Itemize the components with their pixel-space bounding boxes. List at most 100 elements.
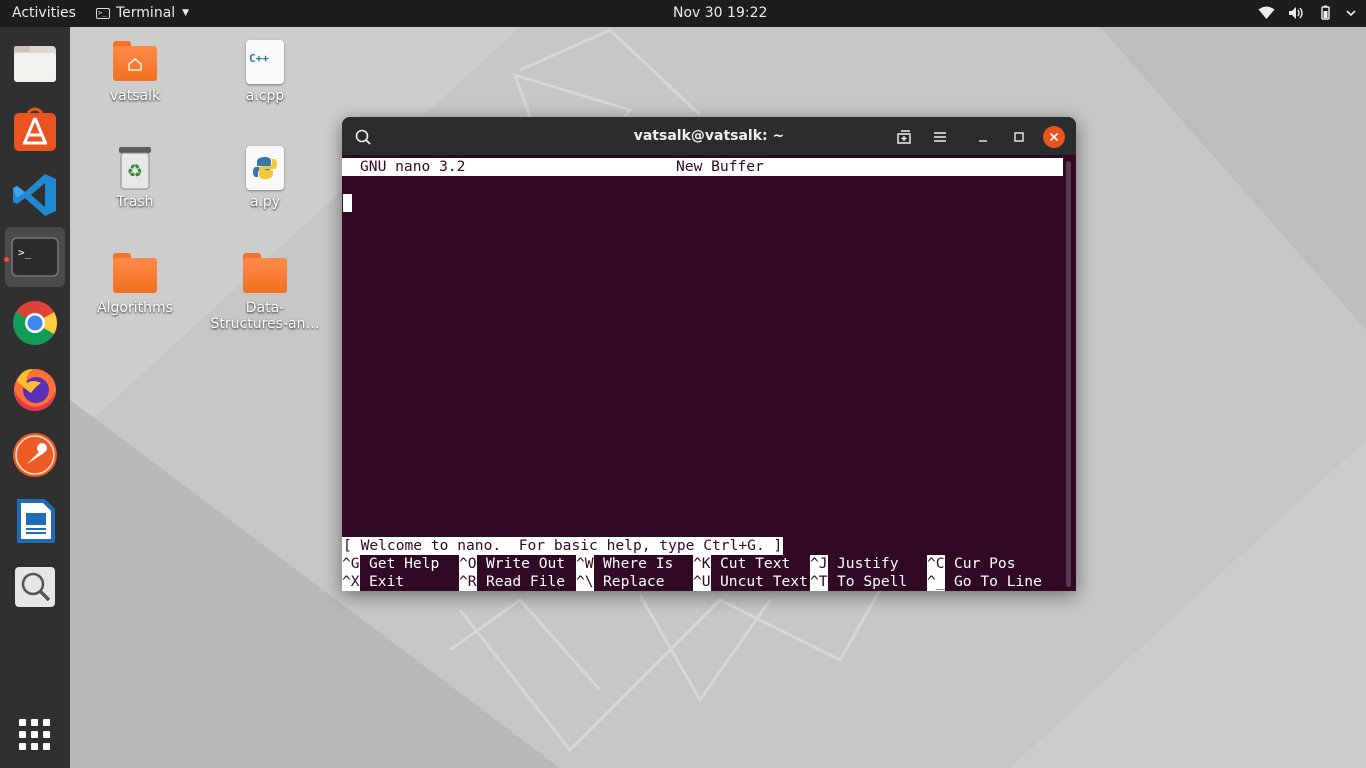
postman-icon [13, 433, 57, 477]
image-viewer-icon [15, 567, 55, 607]
dock-software[interactable] [5, 99, 65, 159]
desktop-icon-trash[interactable]: ♻ Trash [80, 144, 190, 210]
trash-icon: ♻ [111, 144, 159, 192]
shortcut-label: Cur Pos [954, 555, 1016, 572]
desktop-icon-data-structures[interactable]: Data- Structures-an… [210, 250, 320, 332]
shortcut-label: Where Is [603, 555, 674, 572]
desktop-icon-cpp[interactable]: C++ a.cpp [210, 38, 320, 104]
cpp-badge: C++ [249, 52, 269, 65]
wifi-icon [1258, 6, 1275, 19]
python-file-icon [241, 144, 289, 192]
text-cursor [343, 194, 352, 212]
dock-terminal[interactable]: >_ [5, 227, 65, 287]
desktop-icon-label: a.cpp [245, 88, 285, 104]
folder-icon [111, 250, 159, 298]
dock-writer[interactable] [5, 491, 65, 551]
desktop-icon-label: Algorithms [97, 300, 173, 316]
shortcut-label: Read File [486, 573, 566, 590]
shortcut-key: ^O [459, 555, 477, 573]
cpp-file-icon: C++ [241, 38, 289, 86]
dock-show-apps[interactable] [5, 705, 65, 765]
shortcut-key: ^\ [576, 573, 594, 591]
shortcut-label: Cut Text [720, 555, 791, 572]
vscode-icon [13, 174, 56, 216]
shortcut-key: ^J [810, 555, 828, 573]
dock-firefox[interactable] [5, 359, 65, 419]
shortcut-key: ^U [693, 573, 711, 591]
chrome-icon [13, 301, 57, 345]
nano-version: GNU nano 3.2 [360, 158, 466, 175]
terminal-content[interactable]: GNU nano 3.2 New Buffer [ Welcome to nan… [342, 155, 1076, 591]
libreoffice-writer-icon [17, 499, 55, 543]
dock-image-viewer[interactable] [5, 557, 65, 617]
firefox-icon [14, 369, 56, 411]
shortcut-label: Write Out [486, 555, 566, 572]
clock[interactable]: Nov 30 19:22 [673, 5, 767, 21]
desktop-icon-algorithms[interactable]: Algorithms [80, 250, 190, 316]
desktop-icon-py[interactable]: a.py [210, 144, 320, 210]
desktop-icon-label: vatsalk [109, 88, 161, 104]
shortcut-row: ^X Exit ^R Read File ^\ Replace ^U Uncut… [342, 573, 1063, 591]
buffer-name: New Buffer [676, 158, 764, 175]
nano-header: GNU nano 3.2 New Buffer [342, 158, 1063, 176]
shortcut-key: ^K [693, 555, 711, 573]
shortcut-label: Exit [369, 573, 405, 590]
shortcut-key: ^R [459, 573, 477, 591]
shortcut-key: ^_ [927, 573, 945, 591]
shortcut-key: ^W [576, 555, 594, 573]
running-indicator [4, 257, 9, 262]
shortcut-key: ^G [342, 555, 360, 573]
minimize-icon [979, 140, 987, 142]
desktop-icon-label: a.py [249, 194, 281, 210]
dock: >_ [0, 27, 70, 768]
chevron-down-icon [1346, 9, 1356, 16]
home-folder-icon [111, 38, 159, 86]
new-tab-icon [897, 130, 911, 144]
minimize-button[interactable] [972, 126, 994, 148]
window-title: vatsalk@vatsalk: ~ [633, 128, 785, 144]
chevron-down-icon: ▼ [182, 8, 190, 18]
nano-status-message: [ Welcome to nano. For basic help, type … [342, 537, 784, 555]
shortcut-label: Get Help [369, 555, 440, 572]
shortcut-label: Uncut Text [720, 573, 808, 590]
shortcut-key: ^C [927, 555, 945, 573]
activities-button[interactable]: Activities [12, 5, 76, 21]
shortcut-row: ^G Get Help ^O Write Out ^W Where Is ^K … [342, 555, 1063, 573]
dock-chrome[interactable] [5, 293, 65, 353]
app-grid-icon [19, 719, 50, 750]
svg-text:♻: ♻ [127, 161, 143, 182]
desktop-icon-label: Trash [116, 194, 154, 210]
desktop-icon-home[interactable]: vatsalk [80, 38, 190, 104]
dock-files[interactable] [5, 33, 65, 93]
desktop-icon-label: Data- Structures-an… [210, 300, 320, 332]
files-icon [14, 46, 56, 82]
svg-text:>_: >_ [18, 246, 32, 259]
window-titlebar[interactable]: vatsalk@vatsalk: ~ [342, 117, 1076, 155]
volume-icon [1289, 6, 1303, 19]
system-tray[interactable] [1258, 5, 1356, 20]
dock-postman[interactable] [5, 425, 65, 485]
shortcut-label: Go To Line [954, 573, 1042, 590]
maximize-icon [1014, 132, 1024, 142]
terminal-window[interactable]: vatsalk@vatsalk: ~ GNU nano 3.2 New Buff… [342, 117, 1076, 591]
new-tab-button[interactable] [893, 126, 915, 148]
dock-vscode[interactable] [5, 165, 65, 225]
top-bar: Activities >_ Terminal ▼ Nov 30 19:22 [0, 0, 1366, 27]
app-menu[interactable]: >_ Terminal ▼ [96, 5, 189, 21]
software-center-icon [14, 107, 56, 151]
shortcut-label: Justify [837, 555, 899, 572]
hamburger-menu-icon [934, 132, 946, 142]
shortcut-key: ^T [810, 573, 828, 591]
hamburger-menu-button[interactable] [929, 126, 951, 148]
terminal-scrollbar[interactable] [1066, 161, 1071, 587]
close-button[interactable] [1043, 126, 1065, 148]
close-icon [1049, 132, 1059, 142]
terminal-app-icon: >_ [96, 7, 110, 19]
folder-icon [241, 250, 289, 298]
shortcut-key: ^X [342, 573, 360, 591]
terminal-icon: >_ [11, 237, 59, 277]
shortcut-label: To Spell [837, 573, 908, 590]
battery-icon [1321, 5, 1330, 20]
maximize-button[interactable] [1008, 126, 1030, 148]
app-menu-label: Terminal [116, 5, 176, 21]
